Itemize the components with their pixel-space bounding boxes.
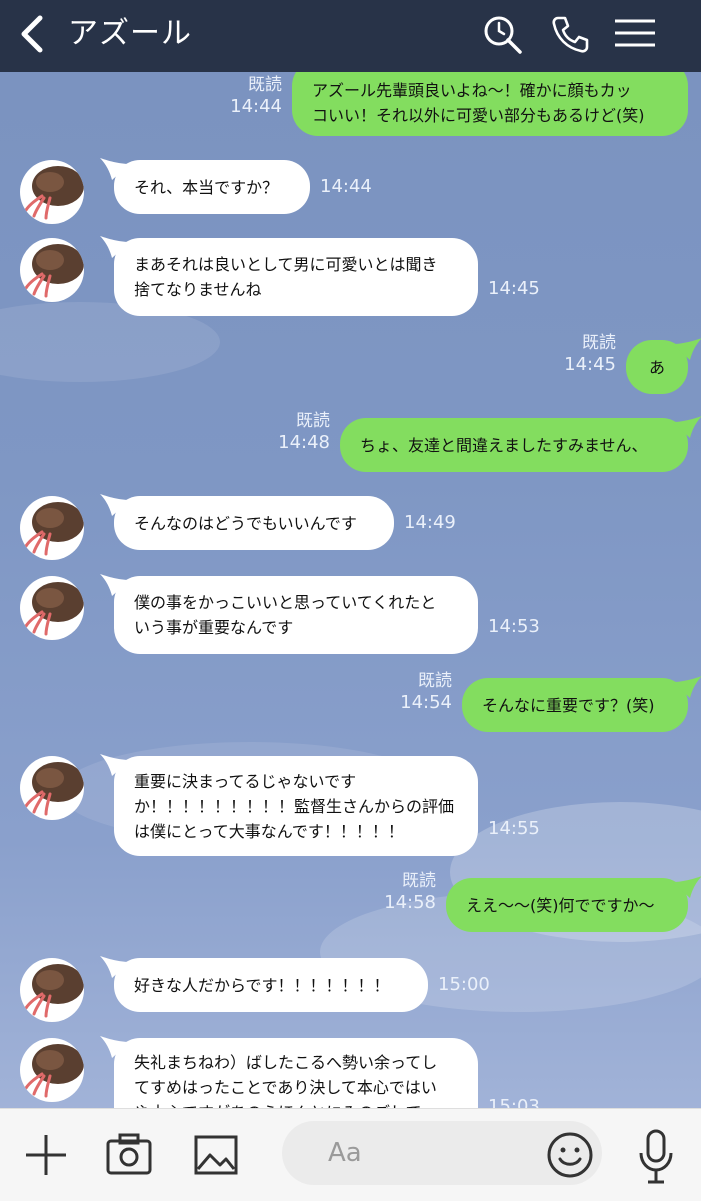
bubble-tail [672, 676, 701, 698]
message-text: まあそれは良いとして男に可愛いとは聞き 捨てなりませんね [134, 255, 438, 299]
message-text: そんなに重要です？(笑) [482, 695, 655, 715]
message-time: 14:55 [488, 818, 540, 839]
bubble-tail [672, 876, 701, 898]
image-icon[interactable] [194, 1135, 238, 1175]
message-text: そんなのはどうでもいいんです [134, 513, 357, 533]
chat-area[interactable]: 既読 14:44 アズール先輩頭良いよね〜！確かに顔もカッ コいい！それ以外に可… [0, 72, 701, 1108]
bubble-tail [672, 338, 701, 360]
message-text: 重要に決まってるじゃないです か！！！！！！！！！監督生さんからの評価 は僕にと… [134, 771, 455, 841]
read-receipt: 既読 [418, 671, 452, 691]
avatar-character-icon [24, 762, 84, 816]
their-message-bubble[interactable]: 失礼まちねわ）ばしたこるへ勢い余ってし てすめはったことであり決して本心ではい … [114, 1038, 478, 1108]
message-text: アズール先輩頭良いよね〜！確かに顔もカッ コいい！それ以外に可愛い部分もあるけど… [312, 81, 645, 125]
avatar-character-icon [24, 166, 84, 220]
message-time: 14:45 [488, 278, 540, 299]
message-text: ちょ、友達と間違えましたすみません、 [360, 435, 648, 455]
avatar-character-icon [24, 582, 84, 636]
my-message-bubble[interactable]: そんなに重要です？(笑) [462, 678, 688, 732]
their-message-bubble[interactable]: 好きな人だからです！！！！！！！ [114, 958, 428, 1012]
message-meta: 既読 14:45 [552, 332, 616, 376]
phone-icon[interactable] [548, 12, 592, 56]
message-time: 14:48 [278, 432, 330, 453]
message-time: 15:03 [488, 1096, 540, 1108]
avatar[interactable] [20, 756, 84, 820]
plus-icon[interactable] [24, 1133, 68, 1177]
message-text: それ、本当ですか？ [134, 177, 279, 197]
message-text: 僕の事をかっこいいと思っていてくれたと いう事が重要なんです [134, 593, 437, 637]
search-icon[interactable] [480, 12, 524, 56]
chat-title: アズール [68, 16, 192, 51]
avatar[interactable] [20, 1038, 84, 1102]
my-message-bubble[interactable]: ええ〜〜(笑)何でですか〜 [446, 878, 688, 932]
message-time: 14:58 [384, 892, 436, 913]
avatar-character-icon [24, 964, 84, 1018]
my-message-bubble[interactable]: ちょ、友達と間違えましたすみません、 [340, 418, 688, 472]
their-message-bubble[interactable]: まあそれは良いとして男に可愛いとは聞き 捨てなりませんね [114, 238, 478, 316]
avatar-character-icon [24, 244, 84, 298]
message-time: 14:49 [404, 512, 456, 533]
smiley-icon[interactable] [546, 1131, 594, 1179]
message-text: 好きな人だからです！！！！！！！ [134, 975, 390, 995]
read-receipt: 既読 [582, 333, 616, 353]
read-receipt: 既読 [402, 871, 436, 891]
my-message-bubble[interactable]: アズール先輩頭良いよね〜！確かに顔もカッ コいい！それ以外に可愛い部分もあるけど… [292, 72, 688, 136]
avatar-character-icon [24, 502, 84, 556]
bubble-tail [672, 416, 701, 438]
message-meta: 既読 14:44 [218, 74, 282, 118]
message-time: 14:54 [400, 692, 452, 713]
their-message-bubble[interactable]: それ、本当ですか？ [114, 160, 310, 214]
avatar[interactable] [20, 496, 84, 560]
input-toolbar: Aa [0, 1108, 701, 1201]
their-message-bubble[interactable]: 重要に決まってるじゃないです か！！！！！！！！！監督生さんからの評価 は僕にと… [114, 756, 478, 856]
hamburger-menu-icon[interactable] [613, 12, 657, 56]
message-meta: 既読 14:54 [388, 670, 452, 714]
message-meta: 既読 14:58 [372, 870, 436, 914]
avatar-character-icon [24, 1044, 84, 1098]
avatar[interactable] [20, 160, 84, 224]
message-text: ええ〜〜(笑)何でですか〜 [466, 895, 655, 915]
avatar[interactable] [20, 238, 84, 302]
avatar[interactable] [20, 958, 84, 1022]
back-chevron-icon[interactable] [16, 12, 52, 56]
message-text: 失礼まちねわ）ばしたこるへ勢い余ってし てすめはったことであり決して本心ではい … [134, 1053, 438, 1108]
message-time: 14:44 [320, 176, 372, 197]
message-meta: 既読 14:48 [266, 410, 330, 454]
message-time: 15:00 [438, 974, 490, 995]
camera-icon[interactable] [106, 1133, 152, 1175]
read-receipt: 既読 [296, 411, 330, 431]
their-message-bubble[interactable]: 僕の事をかっこいいと思っていてくれたと いう事が重要なんです [114, 576, 478, 654]
microphone-icon[interactable] [638, 1129, 674, 1185]
avatar[interactable] [20, 576, 84, 640]
read-receipt: 既読 [248, 75, 282, 95]
message-time: 14:45 [564, 354, 616, 375]
their-message-bubble[interactable]: そんなのはどうでもいいんです [114, 496, 394, 550]
chat-header: アズール [0, 0, 701, 72]
message-text: あ [648, 357, 665, 377]
message-time: 14:53 [488, 616, 540, 637]
message-time: 14:44 [230, 96, 282, 117]
